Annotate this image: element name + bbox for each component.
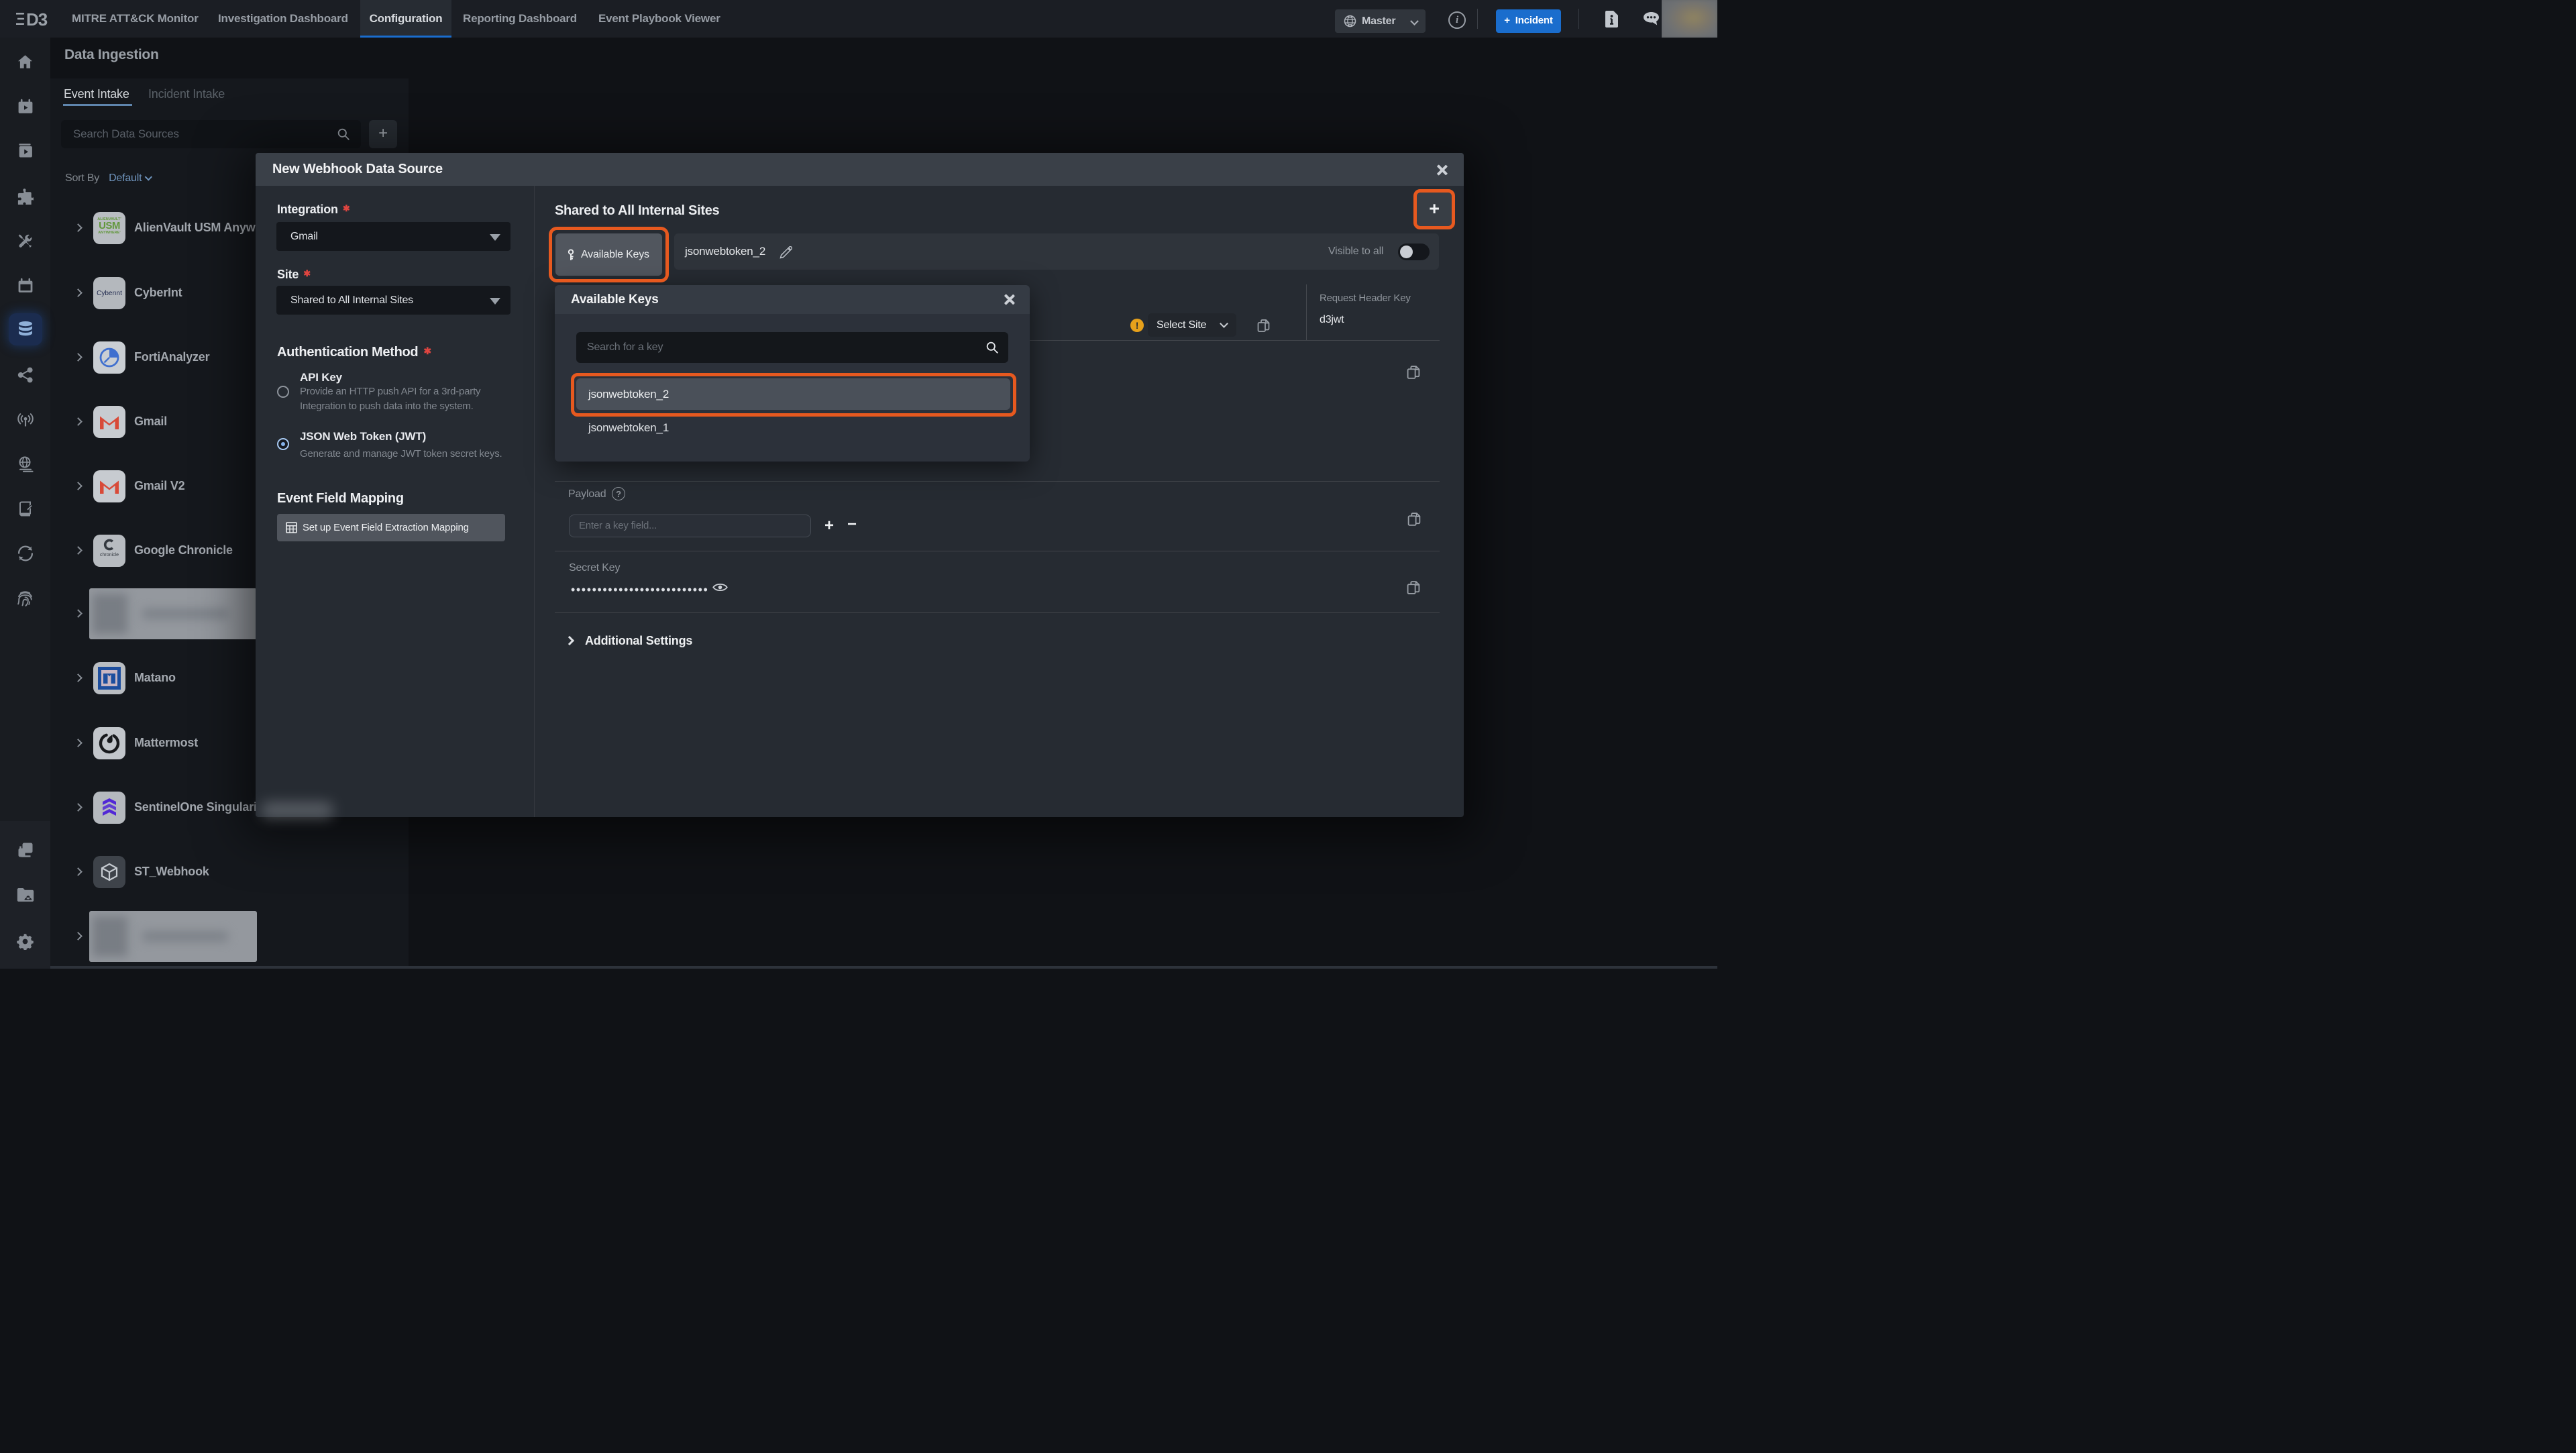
svg-text:D3: D3 xyxy=(26,9,48,28)
